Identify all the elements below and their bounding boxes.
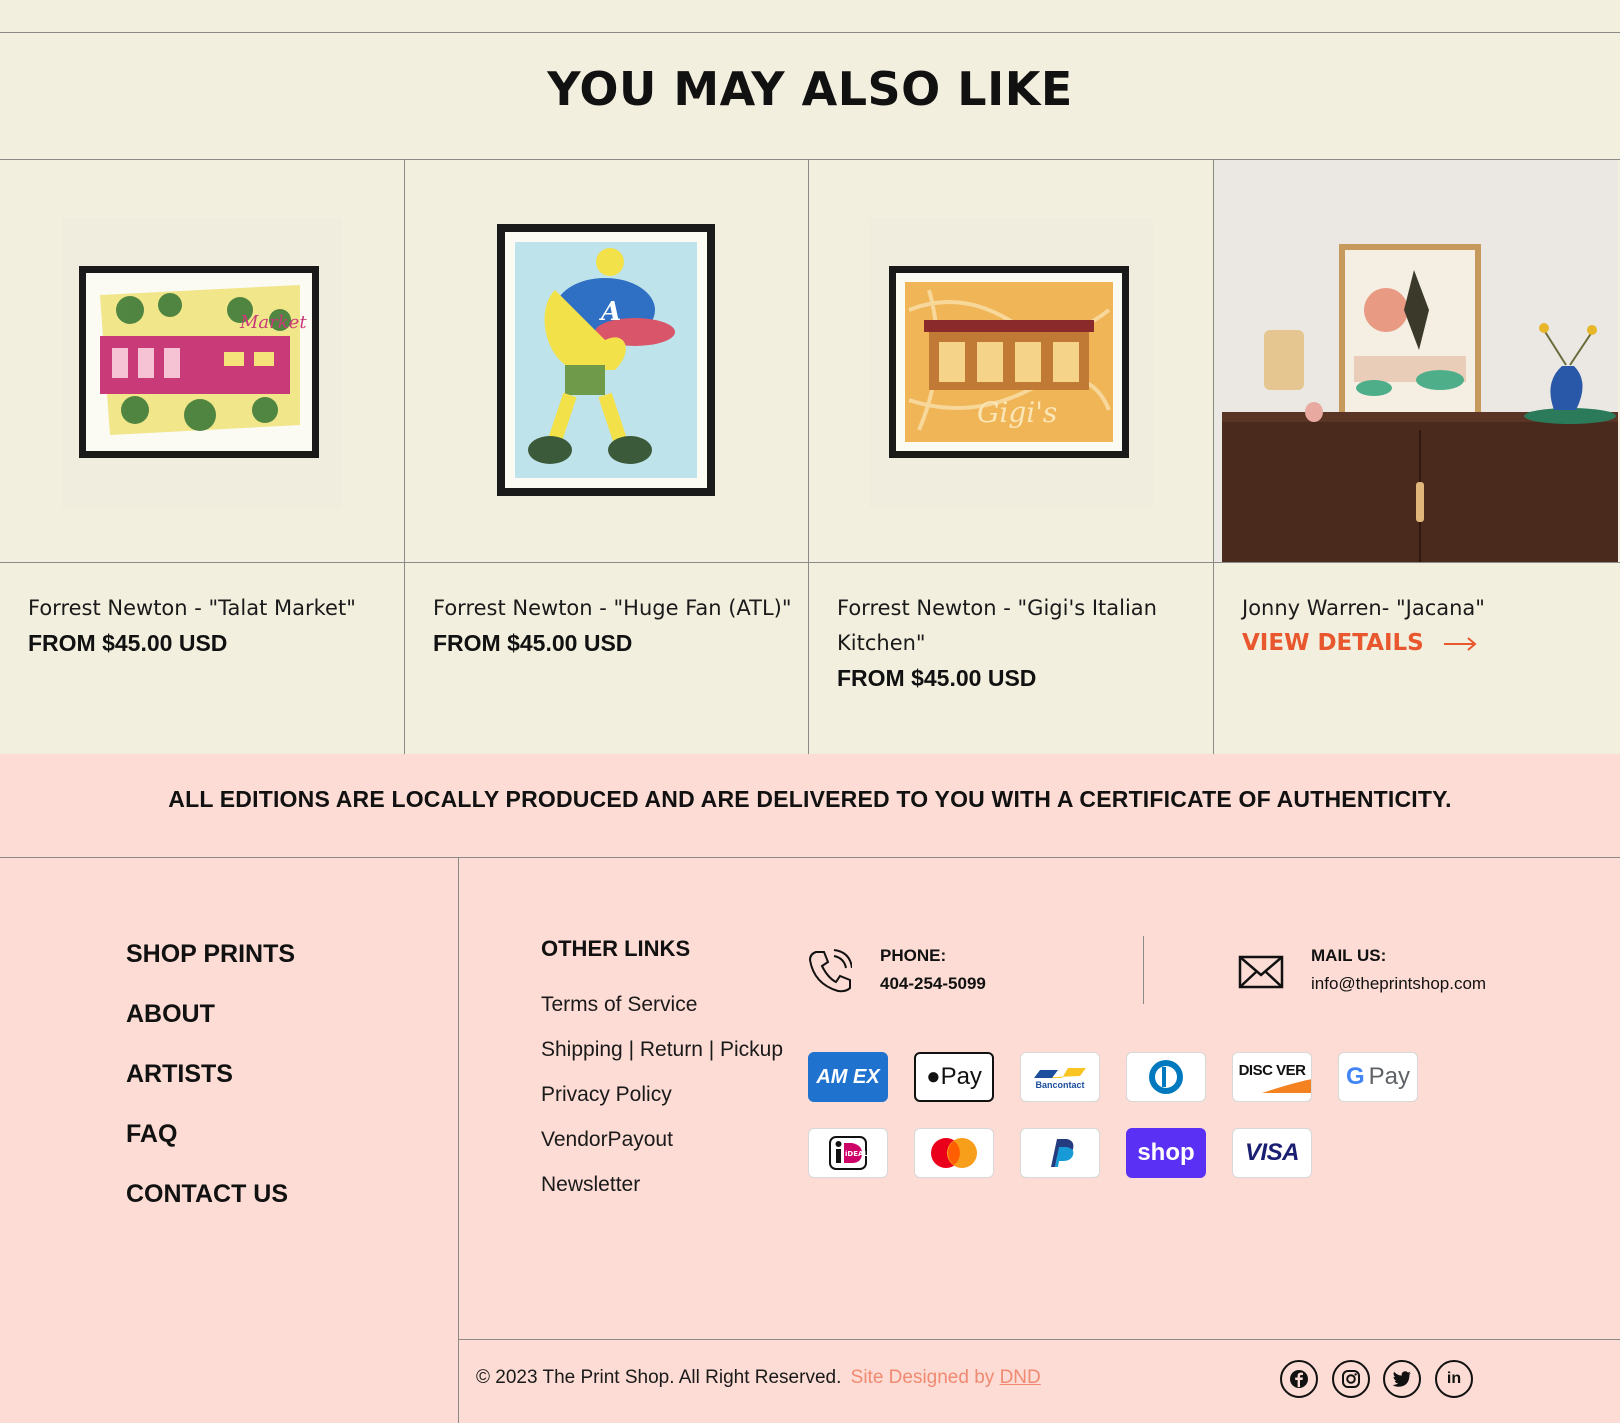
talat-market-print-image: Market xyxy=(62,218,342,508)
visa-icon: VISA xyxy=(1232,1128,1312,1178)
paypal-icon xyxy=(1020,1128,1100,1178)
link-shipping-return-pickup[interactable]: Shipping | Return | Pickup xyxy=(541,1038,783,1062)
product-price: FROM $45.00 USD xyxy=(28,630,228,656)
other-links-heading: OTHER LINKS xyxy=(541,936,691,961)
product-title[interactable]: Jonny Warren- "Jacana" xyxy=(1242,591,1602,626)
amex-icon: AM EX xyxy=(808,1052,888,1102)
view-details-label[interactable]: VIEW DETAILS xyxy=(1242,626,1424,661)
product-card[interactable]: Gigi's Forrest Newton - "Gigi's Italian … xyxy=(809,160,1213,754)
ideal-icon: iDEAL xyxy=(808,1128,888,1178)
product-image[interactable]: A xyxy=(405,160,809,563)
product-image[interactable]: Gigi's xyxy=(809,160,1213,563)
link-newsletter[interactable]: Newsletter xyxy=(541,1173,640,1197)
bancontact-icon: Bancontact xyxy=(1020,1052,1100,1102)
designed-by-text: Site Designed by xyxy=(850,1367,995,1388)
product-card[interactable]: Market Forrest Newton - "Talat Market" F… xyxy=(0,160,404,754)
copyright-text: © 2023 The Print Shop. All Right Reserve… xyxy=(476,1367,842,1388)
footer-nav-contact-us[interactable]: CONTACT US xyxy=(126,1180,288,1209)
phone-number[interactable]: 404-254-5099 xyxy=(880,974,986,994)
arrow-right-icon xyxy=(1443,636,1477,651)
mail-label: MAIL US: xyxy=(1311,946,1387,965)
product-price: FROM $45.00 USD xyxy=(837,665,1037,691)
product-image[interactable]: Market xyxy=(0,160,404,563)
footer-nav-shop-prints[interactable]: SHOP PRINTS xyxy=(126,940,295,969)
product-title[interactable]: Forrest Newton - "Huge Fan (ATL)" xyxy=(433,591,793,626)
google-pay-icon: G Pay xyxy=(1338,1052,1418,1102)
footer-nav-faq[interactable]: FAQ xyxy=(126,1120,177,1149)
link-terms-of-service[interactable]: Terms of Service xyxy=(541,993,697,1017)
mail-icon xyxy=(1238,955,1284,989)
link-vendor-payout[interactable]: VendorPayout xyxy=(541,1128,673,1152)
product-title[interactable]: Forrest Newton - "Talat Market" xyxy=(28,591,388,626)
svg-text:Gigi's: Gigi's xyxy=(977,396,1057,429)
view-details-link[interactable]: VIEW DETAILS xyxy=(1242,626,1602,661)
product-card[interactable]: A Forrest Newton - "Huge Fan (ATL)" FROM… xyxy=(405,160,809,754)
gigis-kitchen-print-image: Gigi's xyxy=(869,218,1153,508)
huge-fan-print-image: A xyxy=(497,224,715,496)
diners-club-icon xyxy=(1126,1052,1206,1102)
svg-text:Market: Market xyxy=(239,312,307,333)
section-heading: YOU MAY ALSO LIKE xyxy=(547,62,1073,116)
designer-link[interactable]: DND xyxy=(1000,1367,1041,1388)
product-card[interactable]: Jonny Warren- "Jacana" VIEW DETAILS xyxy=(1214,160,1618,754)
copyright-line: © 2023 The Print Shop. All Right Reserve… xyxy=(476,1367,1041,1389)
facebook-icon[interactable] xyxy=(1280,1360,1318,1398)
twitter-icon[interactable] xyxy=(1383,1360,1421,1398)
instagram-icon[interactable] xyxy=(1332,1360,1370,1398)
apple-pay-icon: ●Pay xyxy=(914,1052,994,1102)
shop-pay-icon: shop xyxy=(1126,1128,1206,1178)
product-price: FROM $45.00 USD xyxy=(433,630,633,656)
linkedin-icon[interactable]: in xyxy=(1435,1360,1473,1398)
phone-label: PHONE: xyxy=(880,946,947,965)
footer-nav-about[interactable]: ABOUT xyxy=(126,1000,215,1029)
mastercard-icon xyxy=(914,1128,994,1178)
product-image[interactable] xyxy=(1214,160,1618,563)
svg-text:iDEAL: iDEAL xyxy=(845,1150,868,1158)
authenticity-banner: ALL EDITIONS ARE LOCALLY PRODUCED AND AR… xyxy=(168,786,1452,812)
discover-icon: DISC VER xyxy=(1232,1052,1312,1102)
svg-text:A: A xyxy=(598,297,621,327)
footer-nav-artists[interactable]: ARTISTS xyxy=(126,1060,233,1089)
phone-icon xyxy=(808,949,852,993)
mail-address[interactable]: info@theprintshop.com xyxy=(1311,974,1486,994)
product-title[interactable]: Forrest Newton - "Gigi's Italian Kitchen… xyxy=(837,591,1197,661)
jacana-print-room-image xyxy=(1214,160,1618,563)
link-privacy-policy[interactable]: Privacy Policy xyxy=(541,1083,672,1107)
